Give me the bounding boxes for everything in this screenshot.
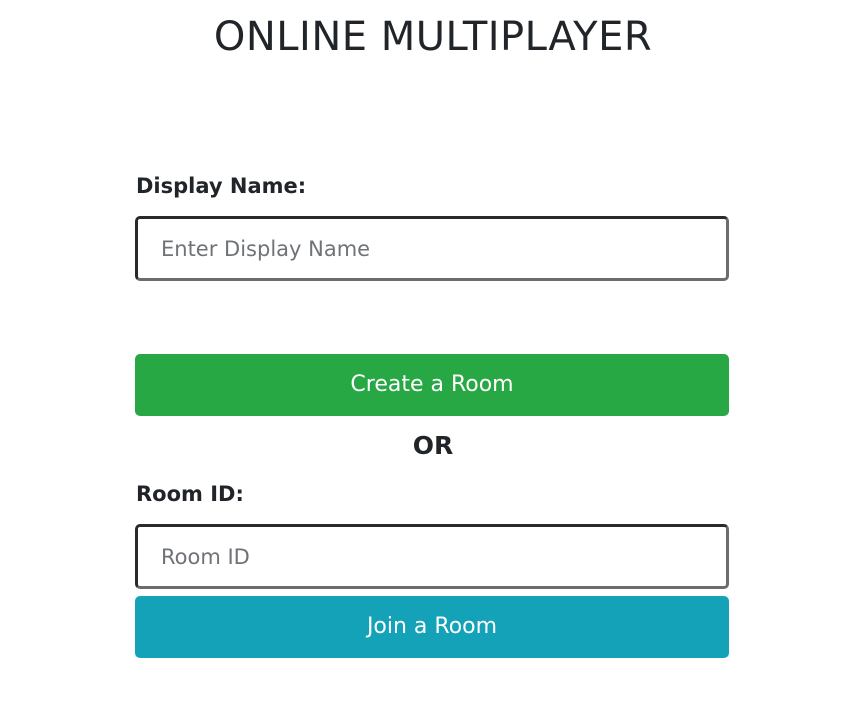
display-name-input[interactable] (135, 216, 729, 281)
display-name-label: Display Name: (136, 174, 307, 198)
create-room-button[interactable]: Create a Room (135, 354, 729, 416)
room-id-label: Room ID: (136, 482, 244, 506)
multiplayer-lobby: ONLINE MULTIPLAYER Display Name: Create … (0, 0, 866, 723)
page-title: ONLINE MULTIPLAYER (213, 14, 653, 60)
join-room-button[interactable]: Join a Room (135, 596, 729, 658)
or-separator: OR (412, 431, 454, 460)
room-id-input[interactable] (135, 524, 729, 589)
